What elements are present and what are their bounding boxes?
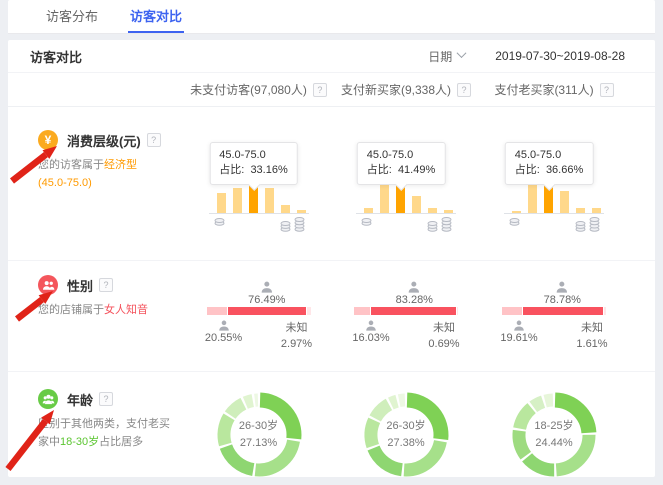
section-title: 性别	[67, 276, 93, 295]
age-chart-unpaid[interactable]: 26-30岁 27.13%	[185, 372, 332, 480]
gender-bar[interactable]	[207, 307, 311, 315]
coin-stack-icon	[293, 216, 306, 233]
coin-stack-icon	[588, 216, 601, 233]
coin-icon	[508, 217, 521, 227]
gender-people-icon	[38, 275, 58, 295]
section-gender: 性别 ? 您的店铺属于女人知音 76.49% 20.55% 未知	[8, 260, 655, 371]
help-icon[interactable]: ?	[99, 392, 113, 406]
coin-icon	[360, 217, 373, 227]
tab-bar: 访客分布 访客对比	[8, 0, 655, 34]
tab-visitor-compare[interactable]: 访客对比	[128, 0, 184, 33]
coin-stack-icon	[279, 220, 292, 233]
date-filter-dropdown[interactable]: 日期	[428, 48, 465, 65]
page-title: 访客对比	[30, 47, 82, 66]
unknown-stat: 未知 1.61%	[568, 320, 616, 352]
gender-bar[interactable]	[502, 307, 606, 315]
section-description: 区别于其他两类，支付老买家中18-30岁占比居多	[38, 415, 172, 451]
section-title: 年龄	[67, 390, 93, 409]
column-header-repeat-buyers: 支付老买家(311人) ?	[480, 73, 628, 106]
help-icon[interactable]: ?	[99, 278, 113, 292]
chevron-down-icon	[457, 48, 467, 58]
price-scale-icons	[504, 214, 604, 240]
help-icon[interactable]: ?	[457, 83, 471, 97]
coin-stack-icon	[574, 220, 587, 233]
female-stat: 76.49%	[248, 281, 285, 306]
consumption-chart-unpaid[interactable]: 45.0-75.0 占比: 33.16%	[185, 107, 332, 260]
column-header-new-buyers: 支付新买家(9,338人) ?	[332, 73, 480, 106]
price-scale-icons	[356, 214, 456, 240]
chart-tooltip: 45.0-75.0 占比: 36.66%	[505, 142, 594, 185]
male-icon	[218, 320, 230, 331]
date-filter-label: 日期	[428, 48, 452, 65]
gender-label-cell: 性别 ? 您的店铺属于女人知音	[8, 261, 185, 371]
donut-center-label: 18-25岁 24.44%	[509, 418, 599, 452]
female-icon	[556, 281, 569, 293]
female-icon	[260, 281, 273, 293]
male-stat: 16.03%	[348, 320, 394, 344]
age-chart-repeat-buyers[interactable]: 18-25岁 24.44%	[480, 372, 628, 480]
section-age: 年龄 ? 区别于其他两类，支付老买家中18-30岁占比居多 26-30岁 27.…	[8, 371, 655, 480]
coin-icon	[213, 217, 226, 227]
chart-tooltip: 45.0-75.0 占比: 33.16%	[209, 142, 298, 185]
section-description: 您的访客属于经济型(45.0-75.0)	[38, 156, 156, 192]
male-stat: 19.61%	[496, 320, 542, 344]
age-label-cell: 年龄 ? 区别于其他两类，支付老买家中18-30岁占比居多	[8, 372, 185, 480]
section-description: 您的店铺属于女人知音	[38, 301, 156, 319]
consumption-chart-new-buyers[interactable]: 45.0-75.0 占比: 41.49%	[332, 107, 480, 260]
coin-stack-icon	[426, 220, 439, 233]
chart-tooltip: 45.0-75.0 占比: 41.49%	[357, 142, 446, 185]
male-stat: 20.55%	[201, 320, 247, 344]
unknown-stat: 未知 2.97%	[273, 320, 321, 352]
gender-bar[interactable]	[354, 307, 458, 315]
help-icon[interactable]: ?	[313, 83, 327, 97]
column-headers: 未支付访客(97,080人) ? 支付新买家(9,338人) ? 支付老买家(3…	[8, 73, 655, 107]
female-icon	[408, 281, 421, 293]
tab-visitor-distribution[interactable]: 访客分布	[44, 0, 100, 33]
section-consumption-level: ¥ 消费层级(元) ? 您的访客属于经济型(45.0-75.0) 45.0-75…	[8, 107, 655, 260]
donut-center-label: 26-30岁 27.38%	[361, 418, 451, 452]
unknown-stat: 未知 0.69%	[420, 320, 468, 352]
panel-header: 访客对比 日期 2019-07-30~2019-08-28	[8, 40, 655, 73]
help-icon[interactable]: ?	[147, 133, 161, 147]
consumption-label-cell: ¥ 消费层级(元) ? 您的访客属于经济型(45.0-75.0)	[8, 107, 185, 260]
gender-chart-repeat-buyers[interactable]: 78.78% 19.61% 未知 1.61%	[480, 261, 628, 371]
consumption-chart-repeat-buyers[interactable]: 45.0-75.0 占比: 36.66%	[480, 107, 628, 260]
male-icon	[513, 320, 525, 331]
section-title: 消费层级(元)	[67, 131, 141, 150]
date-range-value[interactable]: 2019-07-30~2019-08-28	[495, 49, 625, 63]
help-icon[interactable]: ?	[600, 83, 614, 97]
price-scale-icons	[209, 214, 309, 240]
age-chart-new-buyers[interactable]: 26-30岁 27.38%	[332, 372, 480, 480]
gender-chart-new-buyers[interactable]: 83.28% 16.03% 未知 0.69%	[332, 261, 480, 371]
female-stat: 83.28%	[396, 281, 433, 306]
column-header-unpaid-visitors: 未支付访客(97,080人) ?	[185, 73, 332, 106]
age-group-icon	[38, 389, 58, 409]
coin-stack-icon	[440, 216, 453, 233]
female-stat: 78.78%	[544, 281, 581, 306]
visitor-compare-panel: 访客对比 日期 2019-07-30~2019-08-28 未支付访客(97,0…	[8, 40, 655, 477]
gender-chart-unpaid[interactable]: 76.49% 20.55% 未知 2.97%	[185, 261, 332, 371]
donut-center-label: 26-30岁 27.13%	[214, 418, 304, 452]
yen-coin-icon: ¥	[38, 130, 58, 150]
male-icon	[365, 320, 377, 331]
